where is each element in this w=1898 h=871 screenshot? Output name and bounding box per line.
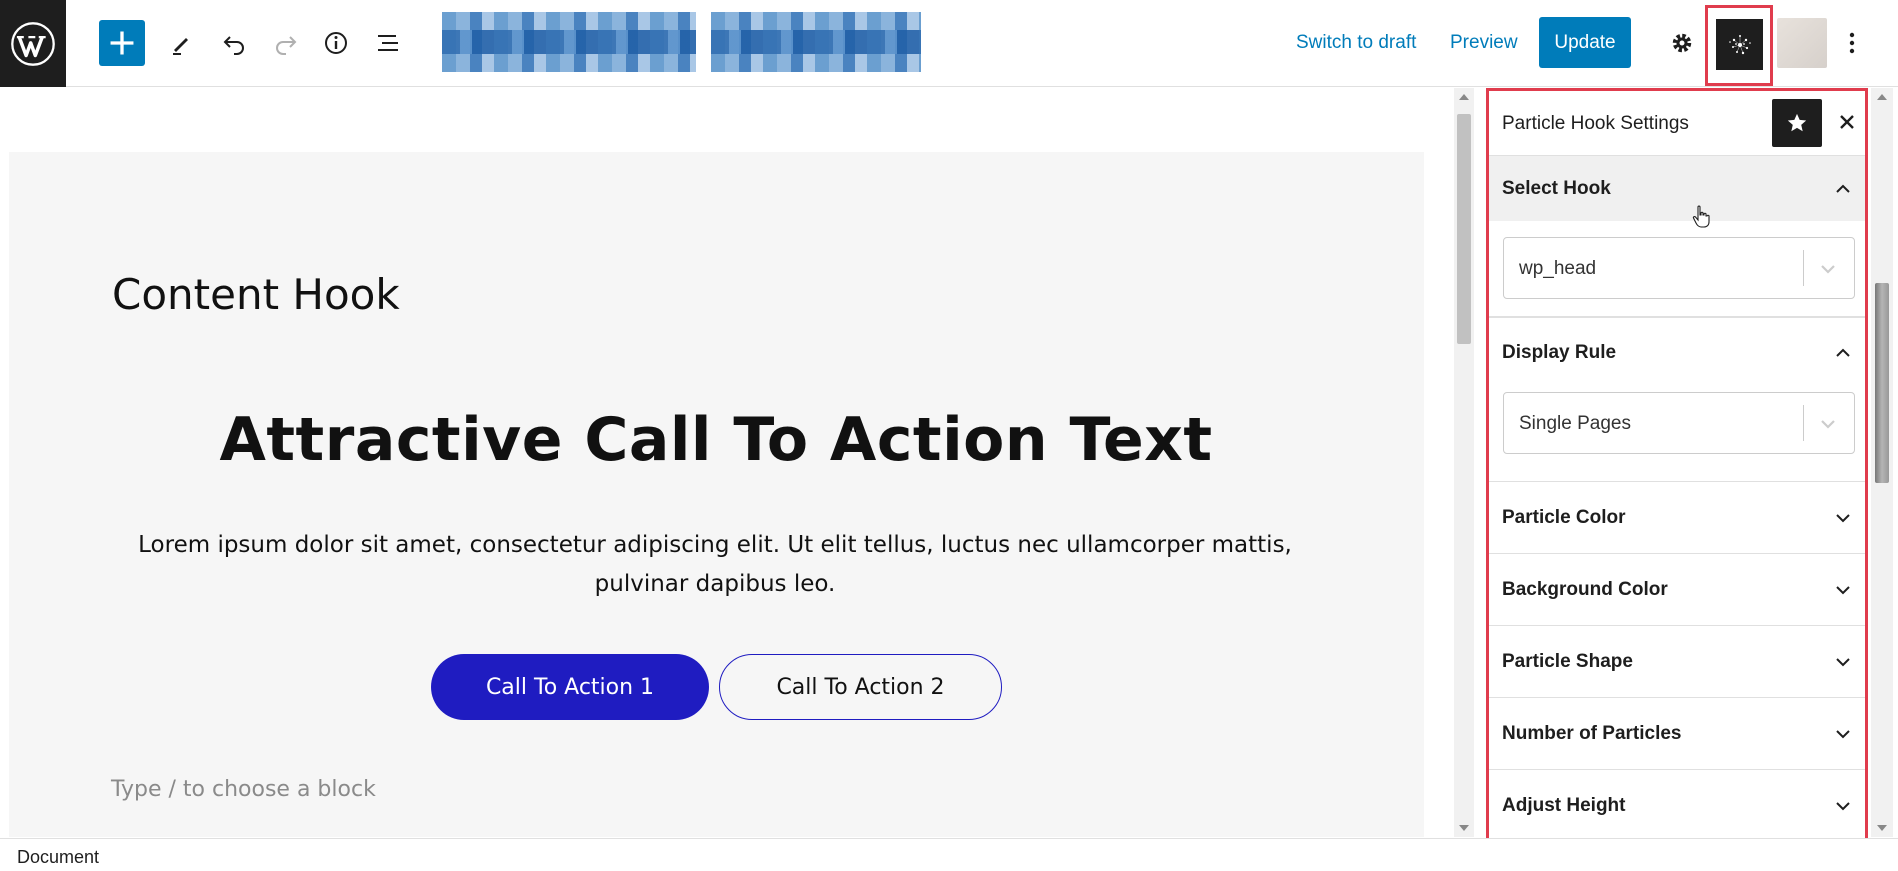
chevron-up-icon [1836, 184, 1850, 193]
panel-label: Adjust Height [1502, 794, 1626, 816]
panel-label: Particle Color [1502, 506, 1626, 528]
breadcrumb[interactable]: Document [17, 847, 99, 868]
panel-label: Number of Particles [1502, 722, 1682, 744]
display-rule-panel-toggle[interactable]: Display Rule [1489, 317, 1865, 389]
close-sidebar-button[interactable] [1832, 107, 1862, 137]
display-rule-dropdown[interactable]: Single Pages [1503, 392, 1855, 454]
particle-color-panel-toggle[interactable]: Particle Color [1489, 482, 1865, 554]
settings-button[interactable] [1659, 20, 1705, 66]
particle-hook-highlight [1705, 5, 1773, 86]
panel-label: Background Color [1502, 578, 1668, 600]
kebab-menu-icon [1849, 32, 1855, 54]
chevron-down-icon [1836, 513, 1850, 522]
dropdown-separator [1803, 250, 1804, 286]
sidebar-scrollbar[interactable] [1871, 88, 1893, 837]
panel-label: Particle Shape [1502, 650, 1633, 672]
details-button[interactable] [313, 20, 359, 66]
options-button[interactable] [1830, 20, 1874, 66]
update-button[interactable]: Update [1539, 17, 1631, 68]
redo-button[interactable] [263, 20, 309, 66]
undo-icon [223, 36, 244, 55]
adjust-height-panel-toggle[interactable]: Adjust Height [1489, 770, 1865, 842]
chevron-down-icon [1836, 585, 1850, 594]
scrollbar-thumb[interactable] [1457, 114, 1471, 344]
chevron-down-icon [1836, 801, 1850, 810]
display-rule-panel-body: Single Pages [1489, 389, 1865, 482]
dropdown-separator [1803, 405, 1804, 441]
list-view-icon [378, 35, 398, 51]
particle-hook-button[interactable] [1716, 19, 1763, 70]
undo-button[interactable] [211, 20, 257, 66]
gear-icon [1672, 33, 1692, 53]
hand-cursor-icon [1692, 205, 1710, 228]
content-group-block[interactable] [9, 152, 1424, 837]
particle-hook-sidebar: Particle Hook Settings Select Hook wp_he… [1486, 88, 1868, 854]
tools-button[interactable] [158, 20, 204, 66]
number-of-particles-panel-toggle[interactable]: Number of Particles [1489, 698, 1865, 770]
select-hook-panel-toggle[interactable]: Select Hook [1489, 156, 1865, 221]
cta-paragraph[interactable]: Lorem ipsum dolor sit amet, consectetur … [110, 526, 1320, 604]
call-to-action-2-button[interactable]: Call To Action 2 [719, 654, 1002, 720]
panel-label: Display Rule [1502, 342, 1617, 363]
display-rule-value: Single Pages [1519, 413, 1631, 434]
block-breadcrumb-bar: Document [0, 838, 1898, 871]
scroll-up-arrow-icon[interactable] [1459, 94, 1469, 100]
scroll-down-arrow-icon[interactable] [1459, 825, 1469, 831]
call-to-action-1-button[interactable]: Call To Action 1 [431, 654, 709, 720]
particle-hook-icon [1728, 34, 1751, 54]
scroll-up-arrow-icon[interactable] [1877, 94, 1887, 100]
avatar[interactable] [1777, 18, 1827, 68]
preview-button[interactable]: Preview [1450, 20, 1518, 66]
editor-scrollbar[interactable] [1454, 88, 1474, 837]
redo-icon [276, 36, 297, 55]
editor-header: Switch to draft Preview Update [0, 0, 1898, 87]
background-color-panel-toggle[interactable]: Background Color [1489, 554, 1865, 626]
chevron-up-icon [1836, 348, 1850, 357]
list-view-button[interactable] [365, 20, 411, 66]
close-icon [1840, 115, 1854, 129]
sidebar-title: Particle Hook Settings [1502, 113, 1689, 134]
plus-icon [110, 31, 134, 55]
pin-sidebar-button[interactable] [1772, 99, 1822, 147]
hook-title[interactable]: Content Hook [112, 270, 400, 319]
select-hook-panel-body: wp_head [1489, 221, 1865, 317]
block-appender-placeholder[interactable]: Type / to choose a block [111, 777, 376, 802]
add-block-button[interactable] [99, 20, 145, 66]
cta-heading[interactable]: Attractive Call To Action Text [0, 405, 1432, 475]
panel-label: Select Hook [1502, 177, 1611, 199]
chevron-down-icon[interactable] [1816, 411, 1840, 435]
sidebar-header: Particle Hook Settings [1489, 91, 1865, 156]
scroll-down-arrow-icon[interactable] [1877, 825, 1887, 831]
pencil-icon [173, 38, 188, 55]
redacted-title [711, 12, 921, 72]
select-hook-dropdown[interactable]: wp_head [1503, 237, 1855, 299]
select-hook-value: wp_head [1519, 258, 1597, 279]
particle-shape-panel-toggle[interactable]: Particle Shape [1489, 626, 1865, 698]
star-icon [1787, 113, 1807, 132]
panel-divider [1489, 317, 1865, 318]
chevron-down-icon [1836, 729, 1850, 738]
info-icon [325, 32, 347, 54]
scrollbar-thumb[interactable] [1875, 283, 1889, 483]
switch-to-draft-button[interactable]: Switch to draft [1296, 20, 1416, 66]
wordpress-logo-icon[interactable] [0, 0, 66, 87]
chevron-down-icon[interactable] [1816, 256, 1840, 280]
chevron-down-icon [1836, 657, 1850, 666]
redacted-title [442, 12, 696, 72]
